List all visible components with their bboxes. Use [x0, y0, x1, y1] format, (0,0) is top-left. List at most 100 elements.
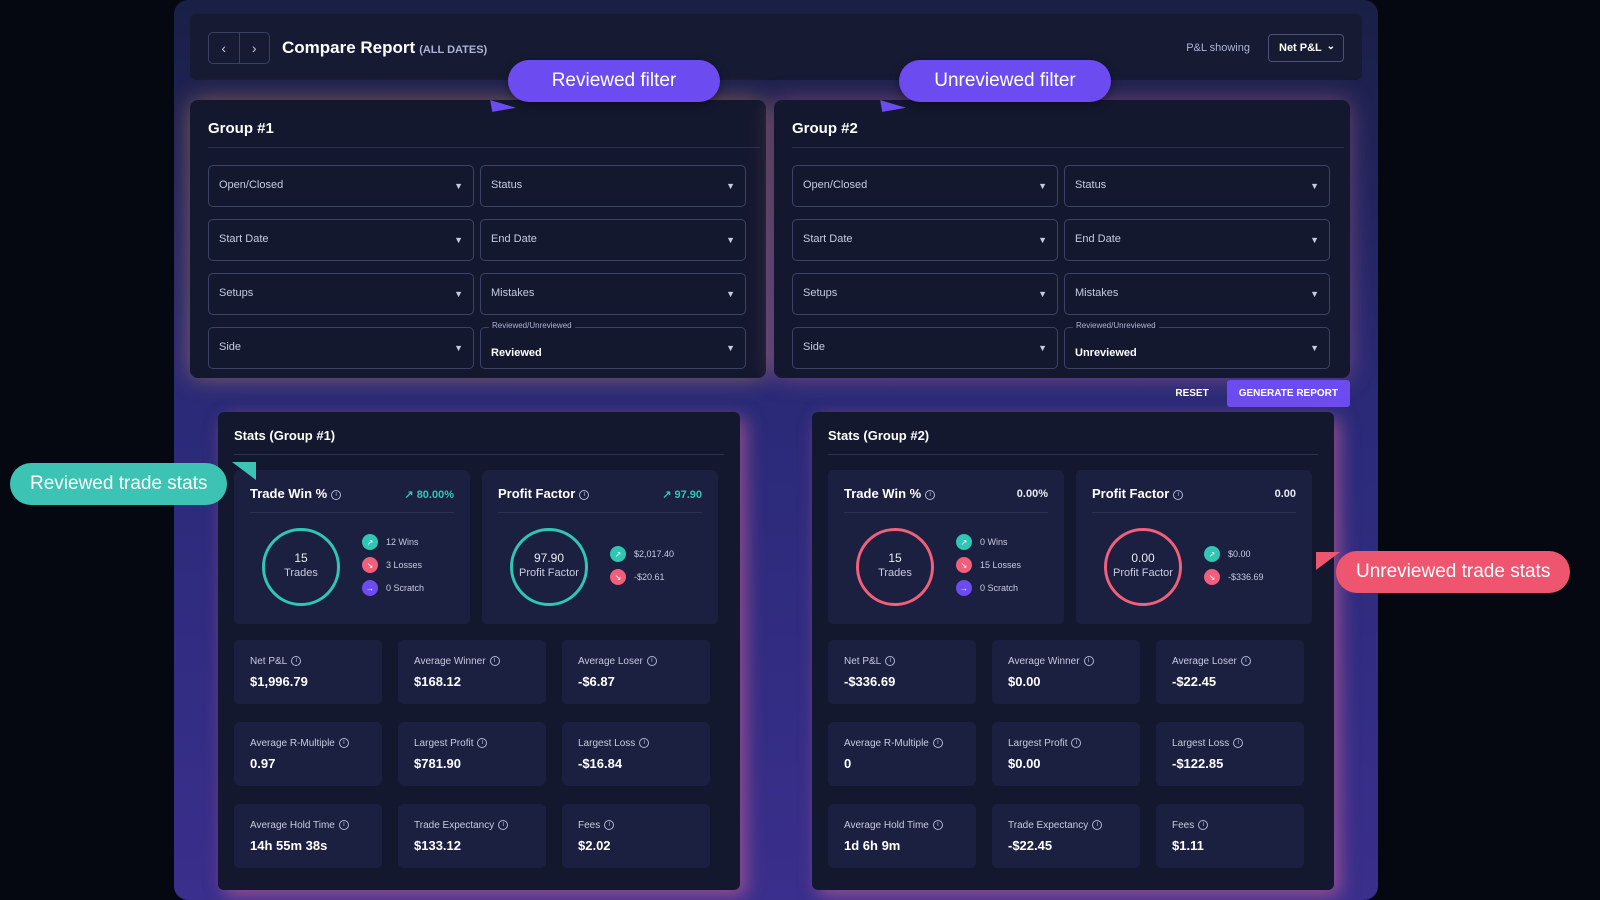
top-bar: ‹ › Compare Report (ALL DATES) P&L showin… — [190, 14, 1362, 80]
reset-button[interactable]: RESET — [1175, 388, 1208, 399]
setups-select[interactable]: Setups ▼ — [792, 273, 1058, 315]
info-icon[interactable]: i — [1198, 820, 1209, 831]
metric-label-text: Largest Profit — [414, 738, 474, 749]
arrow-right-icon: → — [956, 580, 972, 596]
trend-up-icon: ↗ — [610, 546, 626, 562]
card-value: ↗ 80.00% — [404, 488, 454, 501]
compare-report-app: ‹ › Compare Report (ALL DATES) P&L showin… — [174, 0, 1378, 900]
info-icon[interactable]: i — [646, 656, 657, 667]
info-icon[interactable]: i — [604, 820, 615, 831]
field-label: Setups — [803, 287, 838, 299]
info-icon[interactable]: i — [885, 656, 896, 667]
info-icon[interactable]: i — [932, 820, 943, 831]
metric-value: 14h 55m 38s — [250, 838, 328, 853]
start-date-select[interactable]: Start Date ▼ — [208, 219, 474, 261]
metric-value: -$122.85 — [1172, 756, 1224, 771]
metric-value: -$6.87 — [578, 674, 615, 689]
legend-text: $2,017.40 — [634, 549, 675, 559]
info-icon[interactable]: i — [1233, 738, 1244, 749]
info-icon[interactable]: i — [1083, 656, 1094, 667]
field-label: Status — [1075, 179, 1107, 191]
open-closed-select[interactable]: Open/Closed ▼ — [208, 165, 474, 207]
metric-value: -$16.84 — [578, 756, 623, 771]
info-icon[interactable]: i — [477, 738, 488, 749]
ring-value: 15 — [294, 551, 308, 565]
side-select[interactable]: Side ▼ — [208, 327, 474, 369]
status-select[interactable]: Status ▼ — [1064, 165, 1330, 207]
caret-down-icon: ▼ — [454, 343, 463, 353]
info-icon[interactable]: i — [489, 656, 500, 667]
info-icon[interactable]: i — [331, 489, 342, 500]
card-title: Trade Win % i — [844, 486, 936, 501]
field-label: Side — [219, 341, 242, 353]
end-date-select[interactable]: End Date ▼ — [1064, 219, 1330, 261]
pnl-select[interactable]: Net P&L ⌄ — [1268, 34, 1344, 62]
card-value-text: 97.90 — [674, 489, 702, 501]
info-icon[interactable]: i — [291, 656, 302, 667]
card-value: 0.00% — [1016, 488, 1048, 500]
metric-value: 0.97 — [250, 756, 276, 771]
info-icon[interactable]: i — [338, 738, 349, 749]
metric-value: $1,996.79 — [250, 674, 308, 689]
ring-value: 0.00 — [1131, 551, 1155, 565]
ring-label: Profit Factor — [519, 567, 579, 579]
caret-down-icon: ▼ — [726, 289, 735, 299]
divider — [828, 454, 1318, 455]
status-select[interactable]: Status ▼ — [480, 165, 746, 207]
metric-card: Trade Expectancy i $133.12 — [398, 804, 546, 868]
info-icon[interactable]: i — [498, 820, 509, 831]
metric-label: Fees i — [1172, 820, 1209, 831]
metric-value: $1.11 — [1172, 838, 1204, 853]
metric-label: Net P&L i — [250, 656, 302, 667]
chevron-left-icon[interactable]: ‹ — [209, 33, 240, 63]
legend-text: 15 Losses — [980, 560, 1022, 570]
info-icon[interactable]: i — [932, 738, 943, 749]
caret-down-icon: ▼ — [454, 289, 463, 299]
metric-value: 0 — [844, 756, 852, 771]
profit-factor-card: Profit Factor i 0.00 0.00 Profit Factor ↗… — [1076, 470, 1312, 624]
legend-text: $0.00 — [1228, 549, 1251, 559]
start-date-select[interactable]: Start Date ▼ — [792, 219, 1058, 261]
field-floating-label: Reviewed/Unreviewed — [1073, 321, 1159, 330]
open-closed-select[interactable]: Open/Closed ▼ — [792, 165, 1058, 207]
field-label: Mistakes — [491, 287, 535, 299]
ring-label: Trades — [878, 567, 912, 579]
info-icon[interactable]: i — [925, 489, 936, 500]
filter-actions: RESET GENERATE REPORT — [1175, 380, 1350, 407]
callout-pointer — [878, 84, 906, 112]
metric-card: Net P&L i $1,996.79 — [234, 640, 382, 704]
chevron-right-icon[interactable]: › — [240, 33, 270, 63]
info-icon[interactable]: i — [639, 738, 650, 749]
stats-title: Stats (Group #1) — [234, 428, 336, 443]
metric-card: Largest Profit i $781.90 — [398, 722, 546, 786]
setups-select[interactable]: Setups ▼ — [208, 273, 474, 315]
end-date-select[interactable]: End Date ▼ — [480, 219, 746, 261]
metric-label-text: Average Loser — [1172, 656, 1237, 667]
metric-card: Trade Expectancy i -$22.45 — [992, 804, 1140, 868]
reviewed-select[interactable]: Reviewed/Unreviewed Unreviewed ▼ — [1064, 321, 1330, 369]
generate-report-button[interactable]: GENERATE REPORT — [1226, 380, 1350, 407]
info-icon[interactable]: i — [1071, 738, 1082, 749]
caret-down-icon: ▼ — [726, 343, 735, 353]
pf-legend: ↗ $2,017.40 ↘ -$20.61 — [610, 546, 674, 592]
callout-pointer — [232, 462, 256, 480]
mistakes-select[interactable]: Mistakes ▼ — [1064, 273, 1330, 315]
caret-down-icon: ▼ — [1310, 343, 1319, 353]
metric-label-text: Average R-Multiple — [844, 738, 929, 749]
field-label: Start Date — [803, 233, 853, 245]
metric-label: Average Loser i — [1172, 656, 1251, 667]
mistakes-select[interactable]: Mistakes ▼ — [480, 273, 746, 315]
side-select[interactable]: Side ▼ — [792, 327, 1058, 369]
trend-up-icon: ↗ — [662, 489, 672, 501]
info-icon[interactable]: i — [1173, 489, 1184, 500]
legend-losses: ↘ 15 Losses — [956, 557, 1021, 573]
chevron-down-icon: ⌄ — [1326, 41, 1335, 52]
trend-up-icon: ↗ — [404, 489, 414, 501]
info-icon[interactable]: i — [579, 489, 590, 500]
info-icon[interactable]: i — [1240, 656, 1251, 667]
reviewed-select[interactable]: Reviewed/Unreviewed Reviewed ▼ — [480, 321, 746, 369]
legend-loss: ↘ -$336.69 — [1204, 569, 1264, 585]
info-icon[interactable]: i — [338, 820, 349, 831]
info-icon[interactable]: i — [1092, 820, 1103, 831]
metric-label-text: Largest Profit — [1008, 738, 1068, 749]
